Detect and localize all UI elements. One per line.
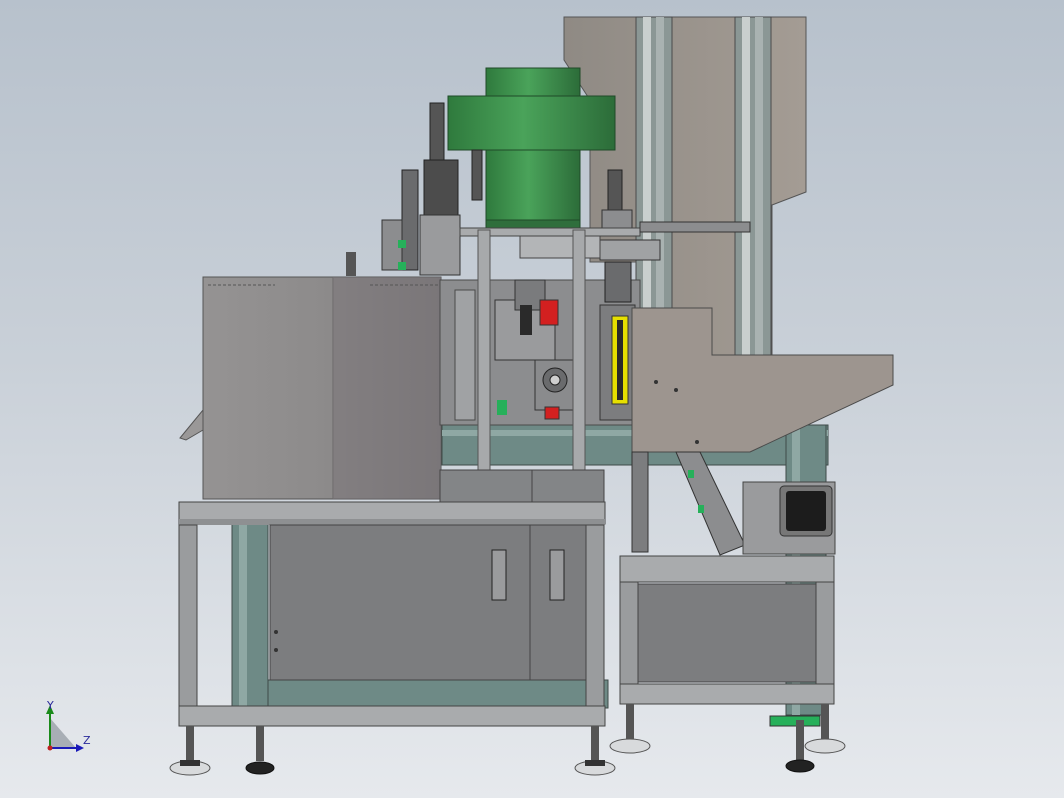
foot-3 <box>574 726 616 776</box>
cad-viewport[interactable]: Y Z <box>0 0 1064 798</box>
coordinate-triad-icon <box>46 705 84 752</box>
triad-axis-z-label: Z <box>83 734 91 747</box>
right-cabinet <box>619 555 835 727</box>
triad-axis-y-label: Y <box>47 699 54 712</box>
foot-2 <box>245 726 275 775</box>
control-box <box>742 481 836 555</box>
foot-4 <box>609 704 651 754</box>
foot-1 <box>169 726 211 776</box>
machine-model-view[interactable] <box>0 0 1064 798</box>
powder-tank <box>179 276 442 500</box>
